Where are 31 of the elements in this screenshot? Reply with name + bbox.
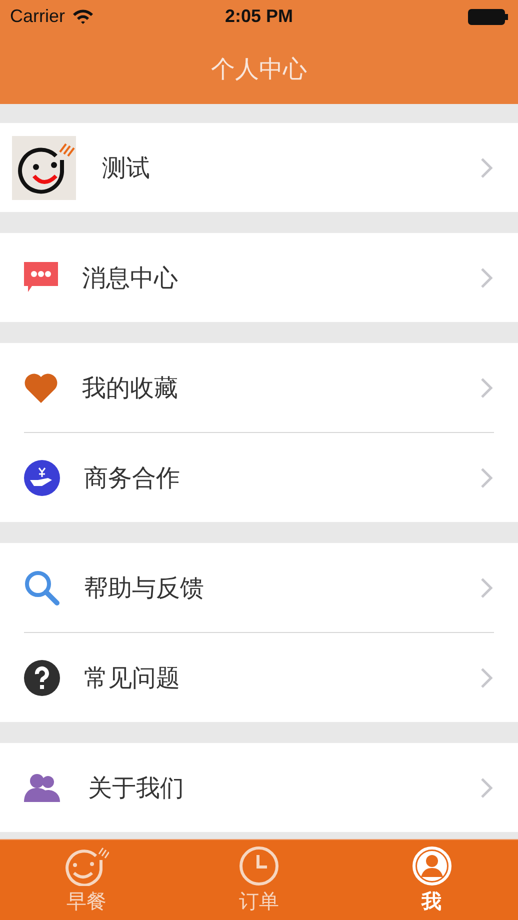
chevron-icon: [480, 776, 494, 798]
page-title: 个人中心: [210, 54, 308, 84]
menu-item-label[interactable]: 商务合作: [84, 462, 480, 494]
chevron-icon: [480, 376, 494, 398]
chevron-icon: [480, 466, 494, 488]
menu-item-label[interactable]: 关于我们: [88, 772, 480, 804]
question-icon: [24, 660, 60, 696]
clock-icon: [239, 846, 279, 886]
profile-icon: [412, 846, 452, 886]
carrier-label: Carrier: [10, 6, 66, 27]
menu-item-label[interactable]: 我的收藏: [82, 372, 480, 404]
tab-label: 早餐: [66, 888, 106, 914]
tab-label: 我: [422, 888, 442, 914]
heart-icon: [24, 372, 58, 402]
chevron-icon: [480, 266, 494, 288]
message-icon: [24, 262, 58, 294]
hand-coin-icon: [24, 460, 60, 496]
menu-item-label[interactable]: 消息中心: [82, 262, 480, 294]
search-icon: [24, 570, 60, 606]
menu-item-label[interactable]: 常见问题: [84, 662, 480, 694]
wifi-icon: [73, 9, 94, 24]
chevron-icon: [480, 576, 494, 598]
menu-item-label[interactable]: 帮助与反馈: [84, 572, 480, 604]
battery-icon: [468, 8, 508, 24]
menu-item-label[interactable]: 测试: [102, 152, 480, 184]
smile-icon: [63, 846, 110, 886]
chevron-icon: [480, 156, 494, 178]
tab-label: 订单: [239, 888, 279, 914]
status-time: 2:05 PM: [224, 6, 294, 27]
chevron-icon: [480, 666, 494, 688]
avatar-icon: [12, 136, 76, 200]
